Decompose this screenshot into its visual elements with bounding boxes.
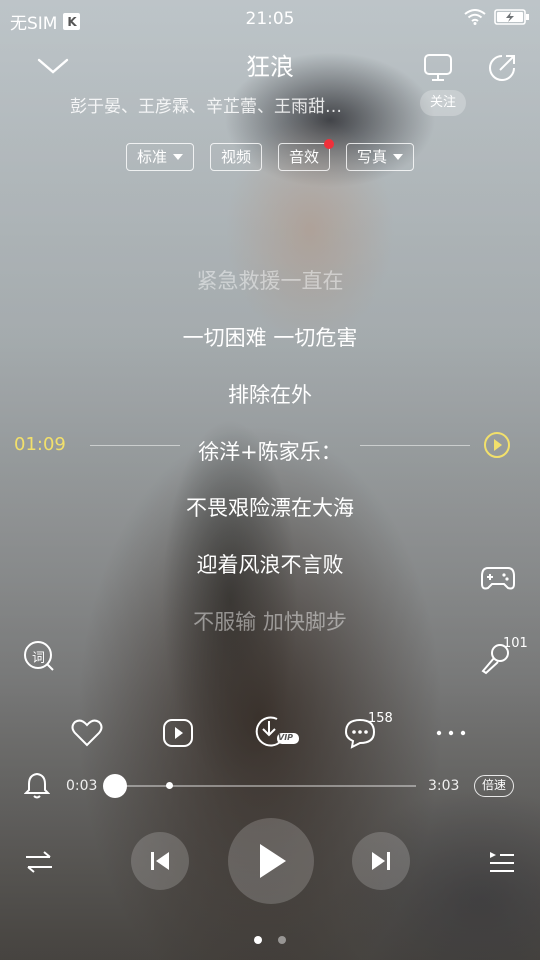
vip-badge: VIP: [278, 733, 294, 742]
effects-label: 音效: [289, 147, 320, 166]
caret-down-icon: [393, 154, 404, 160]
download-icon[interactable]: VIP: [250, 712, 302, 750]
progress-knob[interactable]: [103, 774, 128, 798]
speed-button[interactable]: 倍速: [474, 775, 515, 797]
timeline-play-icon[interactable]: [482, 430, 512, 460]
lyric-line-highlighted[interactable]: 徐洋+陈家乐：: [0, 436, 540, 466]
photo-label: 写真: [357, 147, 388, 166]
lyric-line[interactable]: 不服输 加快脚步: [0, 606, 540, 636]
shuffle-icon[interactable]: [22, 845, 56, 879]
alarm-bell-icon[interactable]: [22, 770, 52, 800]
share-icon[interactable]: [484, 50, 520, 86]
progress-track[interactable]: [110, 785, 416, 787]
lyric-line[interactable]: 紧急救援一直在: [0, 265, 540, 295]
current-time: 0:03: [66, 778, 98, 794]
page-indicator: [0, 936, 540, 944]
play-icon: [260, 844, 286, 878]
play-button[interactable]: [228, 818, 314, 904]
video-label: 视频: [220, 147, 251, 166]
status-bar: 无SIM K 21:05: [0, 0, 540, 36]
lyric-line[interactable]: 排除在外: [0, 379, 540, 409]
buffer-marker: [166, 782, 173, 789]
page-dot-active[interactable]: [254, 936, 262, 944]
karaoke-count: 101: [503, 636, 528, 651]
wifi-icon: [464, 9, 486, 25]
artist-list[interactable]: 彭于晏、王彦霖、辛芷蕾、王雨甜…: [70, 92, 420, 117]
comment-count: 158: [368, 711, 393, 726]
lyrics-icon[interactable]: 词: [22, 640, 58, 674]
photo-select[interactable]: 写真: [346, 143, 415, 171]
timeline-line-right: [360, 445, 470, 446]
notification-dot: [324, 139, 335, 149]
lyric-line[interactable]: 迎着风浪不言败: [0, 549, 540, 579]
lyric-line[interactable]: 不畏艰险漂在大海: [0, 492, 540, 522]
total-time: 3:03: [428, 778, 460, 794]
heart-icon[interactable]: [70, 716, 104, 750]
caret-down-icon: [172, 154, 183, 160]
playlist-icon[interactable]: [484, 845, 518, 879]
page-dot[interactable]: [278, 936, 286, 944]
video-chip[interactable]: 视频: [209, 143, 262, 171]
effects-chip[interactable]: 音效: [278, 139, 335, 171]
previous-icon: [151, 852, 169, 870]
song-title: 狂浪: [246, 53, 294, 81]
quality-label: 标准: [136, 147, 167, 166]
follow-button[interactable]: 关注: [420, 90, 467, 116]
more-icon[interactable]: [432, 722, 470, 744]
gamepad-icon[interactable]: [478, 560, 518, 596]
lyric-line[interactable]: 一切困难 一切危害: [0, 322, 540, 352]
next-icon: [372, 852, 390, 870]
status-time: 21:05: [245, 9, 295, 29]
previous-button[interactable]: [131, 832, 189, 890]
status-icons: [464, 9, 530, 25]
lyrics-icon-label: 词: [31, 650, 45, 666]
option-chips: 标准 视频 音效 写真: [0, 139, 540, 171]
tv-cast-icon[interactable]: [420, 50, 456, 86]
battery-charging-icon: [494, 9, 529, 25]
quality-select[interactable]: 标准: [125, 143, 194, 171]
next-button[interactable]: [352, 832, 410, 890]
video-play-icon[interactable]: [160, 716, 196, 750]
